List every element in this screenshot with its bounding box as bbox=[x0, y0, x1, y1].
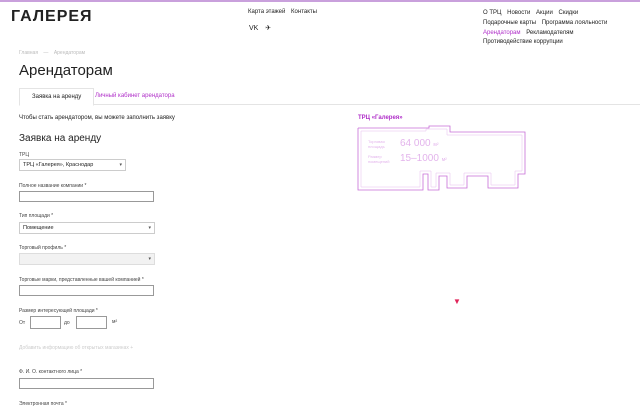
breadcrumb-current: Арендаторам bbox=[53, 50, 86, 56]
profile-label: Торговый профиль * bbox=[19, 245, 67, 251]
nav-advertisers[interactable]: Рекламодателям bbox=[526, 30, 573, 36]
vk-icon[interactable]: VK bbox=[249, 25, 258, 32]
nav-contacts[interactable]: Контакты bbox=[291, 9, 317, 15]
size-to-label: до bbox=[64, 320, 70, 326]
company-label: Полное название компании * bbox=[19, 183, 87, 189]
nav-gift-cards[interactable]: Подарочные карты bbox=[483, 20, 536, 26]
size-to-input[interactable] bbox=[76, 316, 107, 329]
right-nav: О ТРЦ Новости Акции Скидки Подарочные ка… bbox=[483, 9, 611, 48]
brands-input[interactable] bbox=[19, 285, 154, 296]
size-unit-label: м² bbox=[112, 319, 118, 325]
trc-select-value: ТРЦ «Галерея», Краснодар bbox=[23, 162, 94, 168]
add-stores-info-link[interactable]: Добавить информацию об открытых магазина… bbox=[19, 345, 133, 351]
top-accent-line bbox=[0, 0, 640, 2]
site-logo[interactable]: ГАЛЕРЕЯ bbox=[11, 8, 93, 26]
trc-label: ТРЦ bbox=[19, 152, 30, 158]
nav-loyalty[interactable]: Программа лояльности bbox=[542, 20, 608, 26]
map-title: ТРЦ «Галерея» bbox=[358, 115, 403, 121]
brands-label: Торговые марки, представленные вашей ком… bbox=[19, 277, 144, 283]
nav-promos[interactable]: Акции bbox=[536, 10, 553, 16]
total-area-label: Торговая площадь bbox=[368, 139, 385, 149]
center-nav: Карта этажей Контакты bbox=[248, 9, 321, 15]
email-label: Электронная почта * bbox=[19, 401, 67, 407]
location-marker-icon: ▼ bbox=[453, 297, 461, 306]
total-area-unit: м² bbox=[433, 142, 439, 148]
contact-label: Ф. И. О. контактного лица * bbox=[19, 369, 83, 375]
premises-unit: м² bbox=[441, 157, 447, 163]
telegram-icon[interactable]: ✈ bbox=[265, 25, 271, 32]
total-area-label-line2: площадь bbox=[368, 144, 385, 149]
area-type-select-value: Помещение bbox=[23, 225, 54, 231]
total-area-number: 64 000 bbox=[400, 138, 431, 149]
breadcrumb-separator: — bbox=[43, 50, 49, 56]
page-title: Арендаторам bbox=[19, 62, 113, 79]
premises-value: 15–1000 м² bbox=[400, 153, 447, 164]
premises-label: Размер помещений bbox=[368, 154, 390, 164]
chevron-down-icon: ▾ bbox=[148, 225, 151, 231]
trc-select[interactable]: ТРЦ «Галерея», Краснодар ▾ bbox=[19, 159, 126, 171]
premises-number: 15–1000 bbox=[400, 153, 439, 164]
size-from-label: От bbox=[19, 320, 26, 326]
area-type-label: Тип площади * bbox=[19, 213, 54, 219]
form-title: Заявка на аренду bbox=[19, 133, 102, 144]
profile-select[interactable]: ▾ bbox=[19, 253, 155, 265]
size-label: Размер интересующей площади * bbox=[19, 308, 98, 314]
nav-tenants[interactable]: Арендаторам bbox=[483, 30, 521, 36]
company-input[interactable] bbox=[19, 191, 154, 202]
tab-tenant-account[interactable]: Личный кабинет арендатора bbox=[83, 88, 187, 104]
area-type-select[interactable]: Помещение ▾ bbox=[19, 222, 155, 234]
nav-discounts[interactable]: Скидки bbox=[558, 10, 578, 16]
breadcrumb: Главная — Арендаторам bbox=[19, 50, 89, 56]
premises-label-line2: помещений bbox=[368, 159, 390, 164]
nav-about[interactable]: О ТРЦ bbox=[483, 10, 501, 16]
nav-anticorruption[interactable]: Противодействие коррупции bbox=[483, 39, 563, 45]
chevron-down-icon: ▾ bbox=[119, 162, 122, 168]
nav-floor-map[interactable]: Карта этажей bbox=[248, 9, 285, 15]
breadcrumb-home[interactable]: Главная bbox=[19, 50, 38, 56]
contact-input[interactable] bbox=[19, 378, 154, 389]
intro-text: Чтобы стать арендатором, вы можете запол… bbox=[19, 115, 175, 121]
social-icons: VK ✈ bbox=[249, 24, 276, 32]
tab-bar: Заявка на аренду Личный кабинет арендато… bbox=[19, 88, 640, 106]
nav-news[interactable]: Новости bbox=[507, 10, 530, 16]
chevron-down-icon: ▾ bbox=[148, 256, 151, 262]
total-area-value: 64 000 м² bbox=[400, 138, 438, 149]
size-from-input[interactable] bbox=[30, 316, 61, 329]
